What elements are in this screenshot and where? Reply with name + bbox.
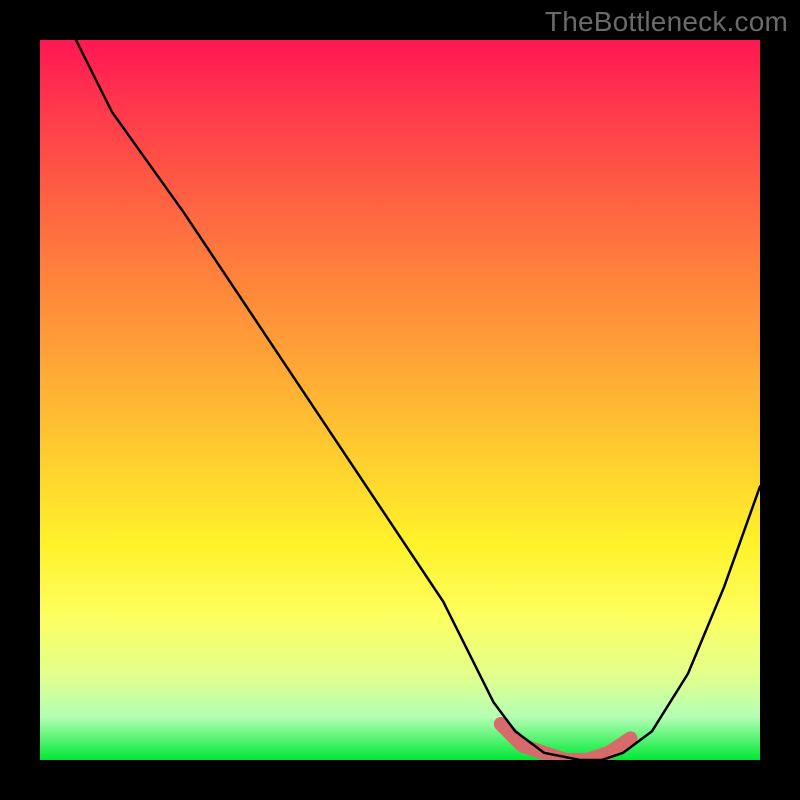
watermark-text: TheBottleneck.com xyxy=(545,6,788,38)
chart-svg xyxy=(40,40,760,760)
chart-frame: TheBottleneck.com xyxy=(0,0,800,800)
plot-area xyxy=(40,40,760,760)
bottleneck-curve-line xyxy=(76,40,760,760)
trough-highlight xyxy=(501,724,631,760)
